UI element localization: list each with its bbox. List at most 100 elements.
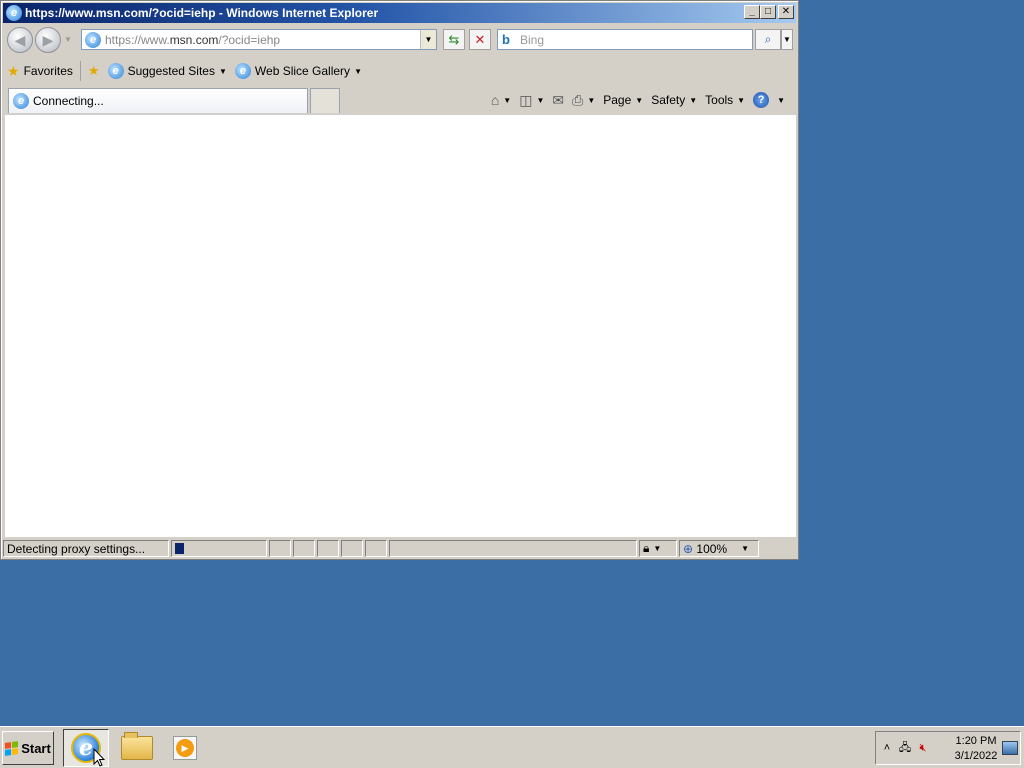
chevron-down-icon: ▼ bbox=[503, 95, 512, 105]
close-button[interactable]: ✕ bbox=[778, 5, 794, 19]
ie-page-icon: e bbox=[107, 63, 124, 79]
new-tab-button[interactable] bbox=[310, 88, 340, 113]
print-button[interactable]: ⎙ ▼ bbox=[569, 90, 598, 110]
stop-button[interactable]: ✕ bbox=[469, 29, 491, 50]
bing-logo-icon: b bbox=[502, 32, 510, 47]
recent-pages-dropdown-icon[interactable]: ▼ bbox=[64, 35, 72, 44]
show-hidden-icons-button[interactable]: ˄ bbox=[878, 739, 896, 757]
address-dropdown-icon[interactable]: ▼ bbox=[420, 30, 436, 49]
search-icon: ⌕ bbox=[764, 32, 772, 46]
chevron-down-icon: ▼ bbox=[354, 66, 362, 76]
volume-muted-icon[interactable]: 🔇︎ bbox=[914, 739, 932, 757]
chevron-down-icon: ▼ bbox=[741, 544, 750, 553]
refresh-button[interactable]: ⇆ bbox=[443, 29, 465, 50]
search-button[interactable]: ⌕ bbox=[755, 29, 781, 50]
chevron-down-icon: ▼ bbox=[635, 95, 644, 105]
chevron-down-icon: ▼ bbox=[536, 95, 545, 105]
home-button[interactable]: ⌂ ▼ bbox=[488, 90, 514, 110]
title-bar[interactable]: e https://www.msn.com/?ocid=iehp - Windo… bbox=[3, 3, 796, 23]
web-slice-gallery-label: Web Slice Gallery bbox=[254, 64, 351, 78]
forward-button[interactable]: ▶ bbox=[35, 27, 61, 53]
safety-menu-button[interactable]: Safety ▼ bbox=[648, 90, 700, 110]
refresh-icon: ⇆ bbox=[448, 31, 460, 47]
mouse-cursor-icon bbox=[93, 748, 105, 767]
search-placeholder: Bing bbox=[520, 32, 545, 47]
lock-icon: 🔒︎ bbox=[643, 541, 650, 555]
add-favorite-icon: ★ bbox=[87, 63, 100, 78]
tab-row: e Connecting... ⌂ ▼ ◫ ▼ ✉ ⎙ ▼ Page ▼ Saf… bbox=[3, 87, 796, 113]
address-bar[interactable]: e https://www.msn.com/?ocid=iehp ▼ bbox=[81, 29, 437, 50]
feeds-button[interactable]: ◫ ▼ bbox=[516, 90, 547, 110]
ie-page-icon: e bbox=[234, 63, 251, 79]
ie-page-icon: e bbox=[13, 93, 29, 109]
search-options-dropdown-icon[interactable]: ▼ bbox=[781, 29, 793, 50]
clock-time: 1:20 PM bbox=[955, 735, 997, 747]
taskbar-windows-explorer[interactable] bbox=[114, 729, 160, 767]
search-input[interactable]: b Bing bbox=[497, 29, 753, 50]
ie-logo-icon: e bbox=[6, 5, 22, 21]
page-menu-button[interactable]: Page ▼ bbox=[600, 90, 646, 110]
mail-icon: ✉ bbox=[552, 91, 565, 108]
chevron-down-icon: ▼ bbox=[653, 544, 662, 553]
tab-active[interactable]: e Connecting... bbox=[8, 88, 308, 113]
printer-icon: ⎙ bbox=[572, 91, 584, 108]
progress-bar bbox=[171, 540, 267, 557]
favorites-star-icon: ★ bbox=[7, 62, 20, 79]
page-icon: e bbox=[85, 31, 101, 48]
network-icon[interactable]: 🖧︎ bbox=[896, 739, 914, 757]
tab-label: Connecting... bbox=[33, 94, 104, 108]
navigation-bar: ◀ ▶ ▼ e https://www.msn.com/?ocid=iehp ▼… bbox=[3, 25, 796, 55]
clock-date: 3/1/2022 bbox=[954, 750, 998, 762]
favorites-button[interactable]: ★ Favorites bbox=[3, 60, 77, 82]
home-icon: ⌂ bbox=[490, 92, 500, 108]
start-label: Start bbox=[21, 740, 51, 756]
safety-menu-label: Safety bbox=[651, 93, 686, 107]
favorites-bar: ★ Favorites ★ e Suggested Sites ▼ e Web … bbox=[3, 58, 796, 84]
address-url[interactable]: https://www.msn.com/?ocid=iehp bbox=[105, 33, 280, 47]
add-to-favorites-bar-button[interactable]: ★ bbox=[84, 60, 104, 82]
status-bar: Detecting proxy settings... 🔒︎ ▼ ⊕ 100% ▼ bbox=[3, 539, 796, 558]
maximize-button[interactable]: □ bbox=[760, 5, 776, 19]
minimize-button[interactable]: _ bbox=[744, 5, 760, 19]
status-pane bbox=[293, 540, 315, 557]
page-content-area[interactable] bbox=[5, 114, 796, 537]
chevron-down-icon: ▼ bbox=[218, 66, 227, 76]
web-slice-gallery-link[interactable]: e Web Slice Gallery ▼ bbox=[231, 60, 366, 82]
protected-mode-button[interactable]: 🔒︎ ▼ bbox=[639, 540, 677, 557]
status-pane bbox=[365, 540, 387, 557]
chevron-down-icon: ▼ bbox=[587, 95, 596, 105]
suggested-sites-label: Suggested Sites bbox=[127, 64, 215, 78]
taskbar: Start e ▶ ˄ 🖧︎ 🔇︎ 1:20 PM 3/1/2022 bbox=[0, 726, 1024, 768]
suggested-sites-link[interactable]: e Suggested Sites ▼ bbox=[104, 60, 231, 82]
ie-window: e https://www.msn.com/?ocid=iehp - Windo… bbox=[0, 0, 799, 560]
system-tray: ˄ 🖧︎ 🔇︎ 1:20 PM 3/1/2022 bbox=[875, 731, 1021, 765]
status-pane bbox=[317, 540, 339, 557]
help-icon: ? bbox=[753, 92, 770, 108]
help-menu-button[interactable]: ? ▼ bbox=[750, 90, 788, 110]
taskbar-windows-media-player[interactable]: ▶ bbox=[162, 729, 208, 767]
tools-menu-button[interactable]: Tools ▼ bbox=[702, 90, 748, 110]
zoom-level: 100% bbox=[696, 541, 728, 556]
status-pane bbox=[341, 540, 363, 557]
status-pane bbox=[269, 540, 291, 557]
status-text: Detecting proxy settings... bbox=[3, 540, 169, 557]
page-menu-label: Page bbox=[603, 93, 632, 107]
tools-menu-label: Tools bbox=[705, 93, 734, 107]
clock[interactable]: 1:20 PM 3/1/2022 bbox=[952, 734, 1000, 764]
zoom-magnifier-icon: ⊕ bbox=[683, 541, 694, 556]
media-player-icon: ▶ bbox=[173, 736, 197, 760]
read-mail-button[interactable]: ✉ bbox=[549, 90, 567, 110]
favorites-label: Favorites bbox=[23, 64, 73, 78]
window-title: https://www.msn.com/?ocid=iehp - Windows… bbox=[25, 6, 379, 20]
start-button[interactable]: Start bbox=[2, 731, 54, 765]
back-button[interactable]: ◀ bbox=[7, 27, 33, 53]
chevron-down-icon: ▼ bbox=[689, 95, 698, 105]
command-bar: ⌂ ▼ ◫ ▼ ✉ ⎙ ▼ Page ▼ Safety ▼ Tools ▼ ? … bbox=[488, 90, 788, 110]
show-desktop-button[interactable] bbox=[1002, 741, 1018, 755]
stop-icon: ✕ bbox=[474, 31, 486, 47]
chevron-down-icon: ▼ bbox=[777, 95, 785, 105]
status-pane bbox=[389, 540, 637, 557]
folder-icon bbox=[121, 732, 153, 760]
zoom-button[interactable]: ⊕ 100% ▼ bbox=[679, 540, 759, 557]
windows-logo-icon bbox=[5, 740, 19, 756]
